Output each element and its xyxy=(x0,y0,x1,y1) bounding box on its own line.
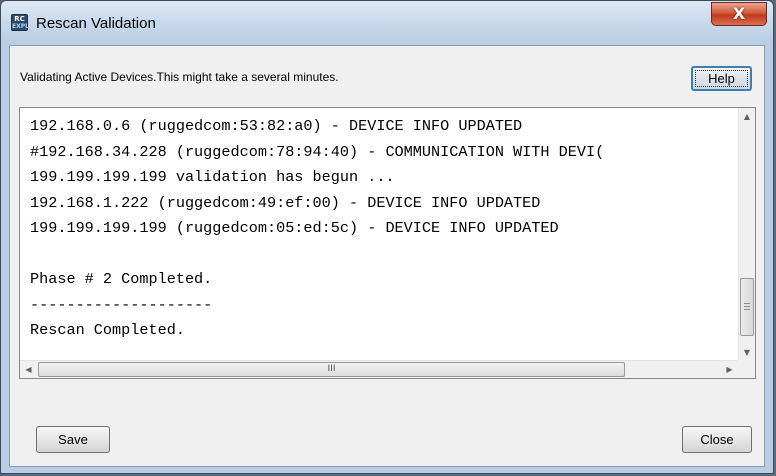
scroll-left-icon[interactable]: ◀ xyxy=(20,361,37,378)
log-line: -------------------- xyxy=(30,295,213,314)
app-icon: RC EXPL xyxy=(11,14,29,31)
grip-line xyxy=(744,309,750,310)
close-button[interactable]: Close xyxy=(682,426,752,453)
scroll-up-icon[interactable]: ▲ xyxy=(739,108,755,125)
vertical-scrollbar[interactable]: ▲ ▼ xyxy=(738,108,755,361)
app-icon-label-top: RC xyxy=(14,15,25,23)
help-button[interactable]: Help xyxy=(691,66,752,91)
rescan-validation-dialog: RC EXPL Rescan Validation X Validating A… xyxy=(0,0,774,474)
scroll-right-icon[interactable]: ▶ xyxy=(721,361,738,378)
log-text-area[interactable]: 192.168.0.6 (ruggedcom:53:82:a0) - DEVIC… xyxy=(19,107,756,379)
log-content: 192.168.0.6 (ruggedcom:53:82:a0) - DEVIC… xyxy=(30,114,730,351)
log-line: 199.199.199.199 validation has begun ... xyxy=(30,168,395,186)
horizontal-scrollbar[interactable]: ◀ III ▶ xyxy=(20,360,738,378)
scrollbar-corner xyxy=(737,360,755,378)
grip-line xyxy=(744,306,750,307)
dialog-content: Validating Active Devices.This might tak… xyxy=(9,45,765,467)
log-line: Phase # 2 Completed. xyxy=(30,270,213,288)
vertical-scroll-thumb[interactable] xyxy=(740,278,754,336)
log-line: 192.168.0.6 (ruggedcom:53:82:a0) - DEVIC… xyxy=(30,117,523,135)
log-line: 192.168.1.222 (ruggedcom:49:ef:00) - DEV… xyxy=(30,193,541,212)
close-icon: X xyxy=(732,4,746,23)
title-bar[interactable]: RC EXPL Rescan Validation X xyxy=(1,1,773,45)
grip-line xyxy=(744,303,750,304)
scroll-down-icon[interactable]: ▼ xyxy=(739,344,755,361)
log-line: Rescan Completed. xyxy=(30,321,185,339)
horizontal-scroll-thumb[interactable]: III xyxy=(38,362,625,377)
status-message: Validating Active Devices.This might tak… xyxy=(20,70,339,84)
save-button[interactable]: Save xyxy=(36,426,110,453)
help-button-label: Help xyxy=(695,70,748,87)
log-line: 199.199.199.199 (ruggedcom:05:ed:5c) - D… xyxy=(30,219,559,237)
app-icon-label-bottom: EXPL xyxy=(12,23,29,30)
log-line: #192.168.34.228 (ruggedcom:78:94:40) - C… xyxy=(30,142,605,161)
window-close-button[interactable]: X xyxy=(711,2,767,26)
window-title: Rescan Validation xyxy=(36,15,156,32)
